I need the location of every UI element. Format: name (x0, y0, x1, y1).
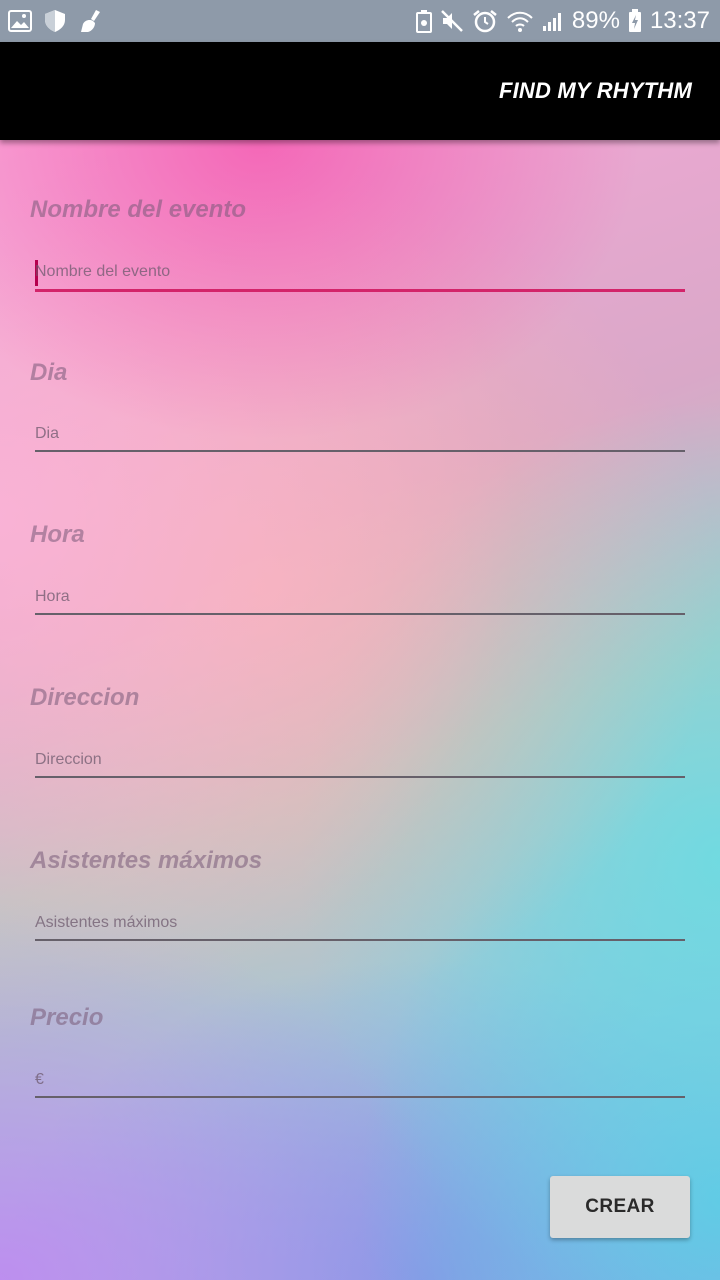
address-input[interactable]: Direccion (35, 738, 685, 778)
broom-icon (78, 9, 104, 33)
signal-icon (542, 9, 564, 33)
battery-percentage: 89% (571, 7, 620, 34)
mute-icon (440, 9, 464, 33)
battery-saver-icon (415, 9, 432, 33)
wifi-icon (506, 9, 534, 33)
app-title: FIND MY RHYTHM (498, 78, 692, 103)
address-label: Direccion (30, 684, 140, 711)
battery-charging-icon (628, 9, 642, 33)
event-name-label: Nombre del evento (30, 196, 247, 223)
event-name-input[interactable]: Nombre del evento (35, 252, 685, 292)
time-placeholder: Hora (35, 588, 70, 605)
event-name-placeholder: Nombre del evento (35, 263, 171, 280)
address-placeholder: Direccion (35, 751, 102, 768)
max-attendees-input[interactable]: Asistentes máximos (35, 901, 685, 941)
status-bar: 89% 13:37 (0, 0, 720, 42)
image-icon (8, 10, 32, 32)
price-label: Precio (30, 1004, 104, 1031)
alarm-icon (472, 9, 498, 33)
max-attendees-label: Asistentes máximos (30, 847, 263, 874)
day-input[interactable]: Dia (35, 412, 685, 452)
clock: 13:37 (649, 7, 710, 34)
time-input[interactable]: Hora (35, 575, 685, 615)
price-placeholder: € (35, 1071, 44, 1088)
shield-icon (44, 9, 66, 33)
status-left-icons (8, 9, 104, 33)
price-input[interactable]: € (35, 1058, 685, 1098)
day-placeholder: Dia (35, 425, 60, 442)
event-form: Nombre del evento Nombre del evento Dia … (0, 140, 720, 1280)
status-right-icons: 89% 13:37 (415, 7, 710, 35)
day-label: Dia (30, 359, 68, 386)
time-label: Hora (30, 521, 85, 548)
max-attendees-placeholder: Asistentes máximos (35, 914, 178, 931)
crear-button[interactable]: CREAR (550, 1176, 690, 1238)
app-bar: FIND MY RHYTHM (0, 42, 720, 140)
